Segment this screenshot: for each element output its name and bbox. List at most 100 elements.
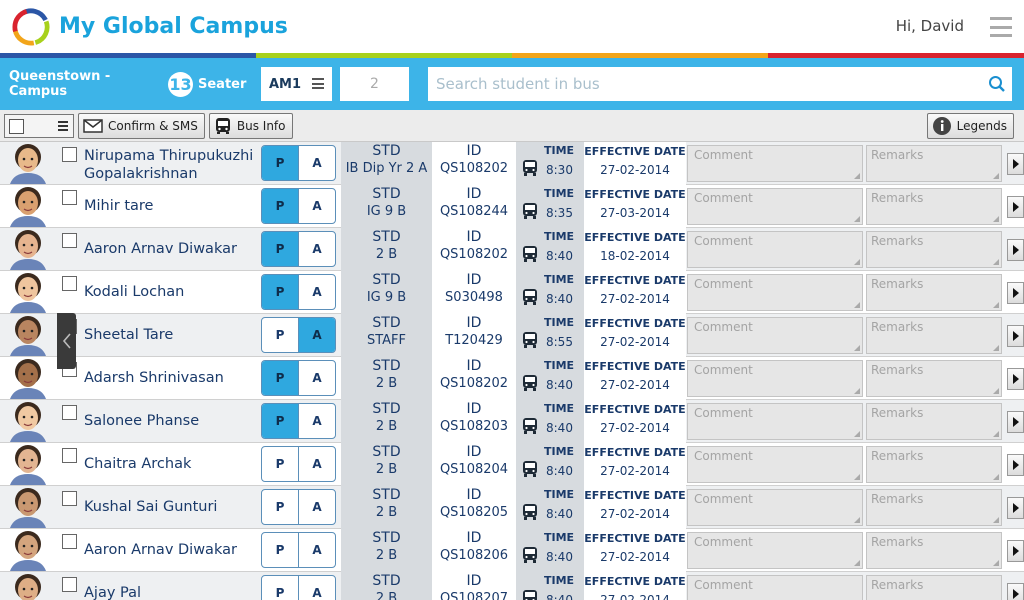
bus-info-button[interactable]: Bus Info	[208, 112, 293, 139]
resize-grip-icon[interactable]	[854, 259, 860, 265]
present-button[interactable]: P	[262, 232, 298, 266]
present-button[interactable]: P	[262, 275, 298, 309]
resize-grip-icon[interactable]	[854, 173, 860, 179]
attendance-toggle[interactable]: P A	[261, 532, 336, 568]
absent-button[interactable]: A	[298, 189, 335, 223]
remarks-field[interactable]: Remarks	[866, 360, 1002, 397]
remarks-field[interactable]: Remarks	[866, 188, 1002, 225]
hamburger-menu-icon[interactable]	[990, 16, 1012, 38]
remarks-field[interactable]: Remarks	[866, 446, 1002, 483]
select-all-dropdown[interactable]	[4, 113, 74, 138]
present-button[interactable]: P	[262, 576, 298, 600]
resize-grip-icon[interactable]	[993, 259, 999, 265]
row-expand-button[interactable]	[1007, 282, 1024, 304]
absent-button[interactable]: A	[298, 275, 335, 309]
remarks-field[interactable]: Remarks	[866, 403, 1002, 440]
resize-grip-icon[interactable]	[993, 216, 999, 222]
absent-button[interactable]: A	[298, 361, 335, 395]
row-checkbox[interactable]	[62, 577, 77, 592]
comment-field[interactable]: Comment	[687, 403, 863, 440]
attendance-toggle[interactable]: P A	[261, 274, 336, 310]
resize-grip-icon[interactable]	[854, 388, 860, 394]
resize-grip-icon[interactable]	[993, 560, 999, 566]
absent-button[interactable]: A	[298, 533, 335, 567]
search-icon[interactable]	[982, 69, 1012, 99]
row-expand-button[interactable]	[1007, 368, 1024, 390]
attendance-toggle[interactable]: P A	[261, 446, 336, 482]
remarks-field[interactable]: Remarks	[866, 231, 1002, 268]
row-checkbox[interactable]	[62, 233, 77, 248]
comment-field[interactable]: Comment	[687, 145, 863, 182]
row-expand-button[interactable]	[1007, 325, 1024, 347]
row-expand-button[interactable]	[1007, 497, 1024, 519]
resize-grip-icon[interactable]	[993, 474, 999, 480]
shift-select[interactable]: AM1	[261, 67, 332, 101]
comment-field[interactable]: Comment	[687, 317, 863, 354]
attendance-toggle[interactable]: P A	[261, 575, 336, 600]
resize-grip-icon[interactable]	[854, 216, 860, 222]
attendance-toggle[interactable]: P A	[261, 188, 336, 224]
remarks-field[interactable]: Remarks	[866, 145, 1002, 182]
absent-button[interactable]: A	[298, 490, 335, 524]
attendance-toggle[interactable]: P A	[261, 489, 336, 525]
present-button[interactable]: P	[262, 189, 298, 223]
present-button[interactable]: P	[262, 447, 298, 481]
comment-field[interactable]: Comment	[687, 231, 863, 268]
comment-field[interactable]: Comment	[687, 446, 863, 483]
resize-grip-icon[interactable]	[854, 560, 860, 566]
attendance-toggle[interactable]: P A	[261, 231, 336, 267]
row-expand-button[interactable]	[1007, 196, 1024, 218]
resize-grip-icon[interactable]	[993, 345, 999, 351]
row-expand-button[interactable]	[1007, 239, 1024, 261]
remarks-field[interactable]: Remarks	[866, 317, 1002, 354]
row-checkbox[interactable]	[62, 147, 77, 162]
legends-button[interactable]: Legends	[926, 113, 1014, 139]
resize-grip-icon[interactable]	[993, 173, 999, 179]
resize-grip-icon[interactable]	[993, 388, 999, 394]
resize-grip-icon[interactable]	[993, 517, 999, 523]
resize-grip-icon[interactable]	[854, 431, 860, 437]
row-expand-button[interactable]	[1007, 583, 1024, 600]
absent-button[interactable]: A	[298, 318, 335, 352]
resize-grip-icon[interactable]	[854, 345, 860, 351]
student-search-input[interactable]	[428, 69, 982, 99]
absent-button[interactable]: A	[298, 232, 335, 266]
select-all-checkbox[interactable]	[9, 118, 24, 134]
resize-grip-icon[interactable]	[854, 302, 860, 308]
present-button[interactable]: P	[262, 533, 298, 567]
resize-grip-icon[interactable]	[854, 517, 860, 523]
absent-button[interactable]: A	[298, 404, 335, 438]
comment-field[interactable]: Comment	[687, 532, 863, 569]
absent-button[interactable]: A	[298, 447, 335, 481]
attendance-toggle[interactable]: P A	[261, 145, 336, 181]
row-checkbox[interactable]	[62, 190, 77, 205]
row-expand-button[interactable]	[1007, 411, 1024, 433]
present-button[interactable]: P	[262, 318, 298, 352]
row-checkbox[interactable]	[62, 276, 77, 291]
present-button[interactable]: P	[262, 404, 298, 438]
resize-grip-icon[interactable]	[854, 474, 860, 480]
comment-field[interactable]: Comment	[687, 274, 863, 311]
resize-grip-icon[interactable]	[993, 431, 999, 437]
comment-field[interactable]: Comment	[687, 489, 863, 526]
attendance-toggle[interactable]: P A	[261, 403, 336, 439]
row-expand-button[interactable]	[1007, 540, 1024, 562]
drawer-handle[interactable]	[57, 313, 76, 369]
attendance-toggle[interactable]: P A	[261, 317, 336, 353]
present-button[interactable]: P	[262, 361, 298, 395]
present-button[interactable]: P	[262, 490, 298, 524]
remarks-field[interactable]: Remarks	[866, 489, 1002, 526]
remarks-field[interactable]: Remarks	[866, 575, 1002, 600]
remarks-field[interactable]: Remarks	[866, 532, 1002, 569]
row-checkbox[interactable]	[62, 534, 77, 549]
confirm-sms-button[interactable]: Confirm & SMS	[78, 112, 205, 139]
row-checkbox[interactable]	[62, 448, 77, 463]
row-expand-button[interactable]	[1007, 153, 1024, 175]
row-checkbox[interactable]	[62, 491, 77, 506]
row-expand-button[interactable]	[1007, 454, 1024, 476]
absent-button[interactable]: A	[298, 576, 335, 600]
comment-field[interactable]: Comment	[687, 360, 863, 397]
comment-field[interactable]: Comment	[687, 188, 863, 225]
attendance-toggle[interactable]: P A	[261, 360, 336, 396]
absent-button[interactable]: A	[298, 146, 335, 180]
